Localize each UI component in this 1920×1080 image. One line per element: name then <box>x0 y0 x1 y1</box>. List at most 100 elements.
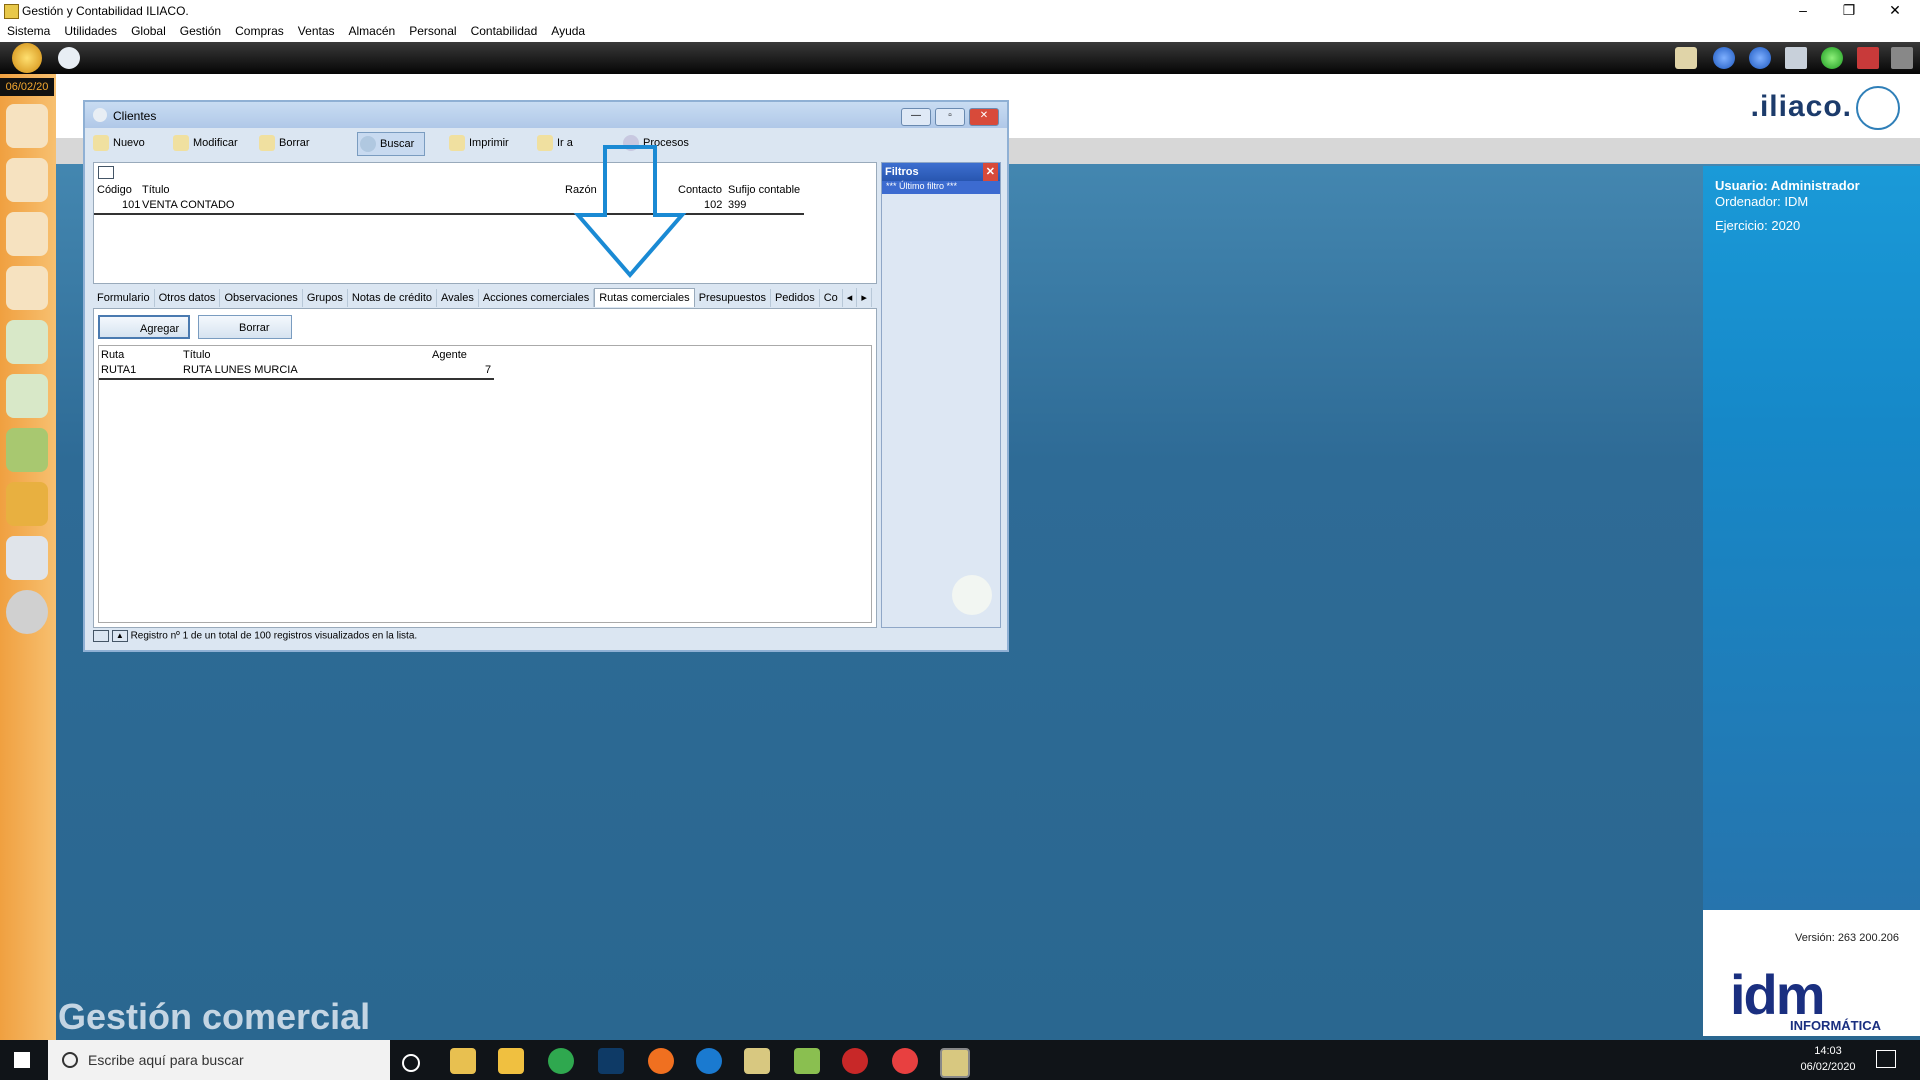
row-codigo: 101 <box>122 199 141 211</box>
photoshop-icon[interactable] <box>598 1048 624 1074</box>
tab-co[interactable]: Co <box>820 289 843 307</box>
ir-a-button[interactable]: Ir a <box>535 132 573 154</box>
menu-contabilidad[interactable]: Contabilidad <box>464 22 545 40</box>
supplier-icon[interactable] <box>6 212 48 256</box>
window-caption[interactable]: Clientes — ▫ ✕ <box>85 102 1007 128</box>
tab-observaciones[interactable]: Observaciones <box>220 289 303 307</box>
col-codigo[interactable]: Código <box>97 184 132 196</box>
window-minimize-button[interactable]: — <box>901 108 931 126</box>
table-row[interactable]: RUTA1 RUTA LUNES MURCIA 7 <box>99 364 494 380</box>
nuevo-button[interactable]: Nuevo <box>91 132 145 154</box>
window-list-icon[interactable] <box>1785 47 1807 69</box>
iliaco-app-icon[interactable] <box>744 1048 770 1074</box>
factura-icon[interactable] <box>6 374 48 418</box>
clients-group-icon[interactable] <box>6 104 48 148</box>
tab-presupuestos[interactable]: Presupuestos <box>695 289 771 307</box>
iliaco-active-icon[interactable] <box>940 1048 970 1078</box>
albaran-icon[interactable] <box>6 320 48 364</box>
tab-otros-datos[interactable]: Otros datos <box>155 289 221 307</box>
notifications-icon[interactable] <box>1876 1050 1896 1068</box>
borrar-button[interactable]: Borrar <box>257 132 310 154</box>
document-list-icon[interactable] <box>6 536 48 580</box>
menu-almacen[interactable]: Almacén <box>342 22 403 40</box>
tab-avales[interactable]: Avales <box>437 289 479 307</box>
row-agente: 7 <box>485 364 492 376</box>
mail-icon[interactable] <box>1675 47 1697 69</box>
tab-grupos[interactable]: Grupos <box>303 289 348 307</box>
left-sidebar <box>0 74 56 1040</box>
forward-arrow-icon[interactable] <box>1749 47 1771 69</box>
sun-logo-icon[interactable] <box>12 43 42 73</box>
grid-view-icon[interactable] <box>98 166 114 179</box>
menu-ayuda[interactable]: Ayuda <box>544 22 592 40</box>
tab-notas-credito[interactable]: Notas de crédito <box>348 289 437 307</box>
col-ruta-titulo[interactable]: Título <box>183 349 211 361</box>
windows-start-icon[interactable] <box>14 1052 30 1068</box>
client-icon[interactable] <box>6 158 48 202</box>
help-icon[interactable] <box>1821 47 1843 69</box>
collapse-icon[interactable]: ▲ <box>111 630 128 642</box>
menu-gestion[interactable]: Gestión <box>173 22 228 40</box>
menu-personal[interactable]: Personal <box>402 22 463 40</box>
user-icon[interactable] <box>58 47 80 69</box>
agent-icon[interactable] <box>6 266 48 310</box>
filtros-close-icon[interactable]: ✕ <box>982 163 998 181</box>
restore-button[interactable]: ❐ <box>1826 0 1872 22</box>
tab-scroll-right-icon[interactable]: ▸ <box>857 288 872 307</box>
col-agente[interactable]: Agente <box>432 349 467 361</box>
tab-formulario[interactable]: Formulario <box>93 289 155 307</box>
menu-compras[interactable]: Compras <box>228 22 291 40</box>
minimize-button[interactable]: – <box>1780 0 1826 22</box>
col-sufijo[interactable]: Sufijo contable <box>728 184 800 196</box>
agregar-button[interactable]: Agregar <box>98 315 190 339</box>
buscar-button[interactable]: Buscar <box>357 132 426 156</box>
menu-ventas[interactable]: Ventas <box>291 22 342 40</box>
avatar <box>952 575 992 615</box>
row-titulo: VENTA CONTADO <box>142 199 235 211</box>
app-red-icon[interactable] <box>892 1048 918 1074</box>
imprimir-button[interactable]: Imprimir <box>447 132 509 154</box>
tab-scroll-left-icon[interactable]: ◂ <box>843 288 858 307</box>
col-ruta[interactable]: Ruta <box>101 349 124 361</box>
modificar-button[interactable]: Modificar <box>171 132 238 154</box>
tab-rutas[interactable]: Rutas comerciales <box>594 288 695 307</box>
notepad-icon[interactable] <box>794 1048 820 1074</box>
window-maximize-button[interactable]: ▫ <box>935 108 965 126</box>
chrome-icon[interactable] <box>548 1048 574 1074</box>
status-bar: ▲ Registro nº 1 de un total de 100 regis… <box>93 630 417 642</box>
window-title: Clientes <box>113 109 157 123</box>
mail-app-icon[interactable] <box>450 1048 476 1074</box>
table-row[interactable]: 101 VENTA CONTADO 102 399 <box>94 199 804 215</box>
tab-acciones[interactable]: Acciones comerciales <box>479 289 595 307</box>
app-title: Gestión y Contabilidad ILIACO. <box>22 4 189 18</box>
window-close-button[interactable]: ✕ <box>969 108 999 126</box>
menu-global[interactable]: Global <box>124 22 173 40</box>
close-window-icon[interactable] <box>1857 47 1879 69</box>
exit-app-icon[interactable] <box>1891 47 1913 69</box>
search-input[interactable]: Escribe aquí para buscar <box>48 1040 390 1080</box>
task-view-icon[interactable] <box>402 1054 420 1072</box>
status-grid-icon[interactable] <box>93 630 109 642</box>
col-titulo[interactable]: Título <box>142 184 170 196</box>
system-clock[interactable]: 14:03 06/02/2020 <box>1790 1043 1866 1075</box>
back-arrow-icon[interactable] <box>1713 47 1735 69</box>
version-label: Versión: 263 200.206 <box>1795 932 1899 944</box>
firefox-icon[interactable] <box>648 1048 674 1074</box>
tab-pedidos[interactable]: Pedidos <box>771 289 820 307</box>
rutas-grid: Ruta Título Agente RUTA1 RUTA LUNES MURC… <box>98 345 872 623</box>
info-panel: Usuario: Administrador Ordenador: IDM Ej… <box>1703 166 1920 1036</box>
filtros-item[interactable]: *** Último filtro *** <box>882 181 1000 194</box>
close-button[interactable]: ✕ <box>1872 0 1918 22</box>
row-sufijo: 399 <box>728 199 747 211</box>
filtros-panel: Filtros ✕ *** Último filtro *** <box>881 162 1001 628</box>
dx-icon[interactable] <box>842 1048 868 1074</box>
borrar-ruta-button[interactable]: Borrar <box>198 315 292 339</box>
tools-icon[interactable] <box>6 590 48 634</box>
search-icon <box>62 1052 78 1068</box>
menu-sistema[interactable]: Sistema <box>0 22 57 40</box>
bag-green-icon[interactable] <box>6 428 48 472</box>
bag-orange-icon[interactable] <box>6 482 48 526</box>
file-explorer-icon[interactable] <box>498 1048 524 1074</box>
edge-icon[interactable] <box>696 1048 722 1074</box>
menu-utilidades[interactable]: Utilidades <box>57 22 124 40</box>
